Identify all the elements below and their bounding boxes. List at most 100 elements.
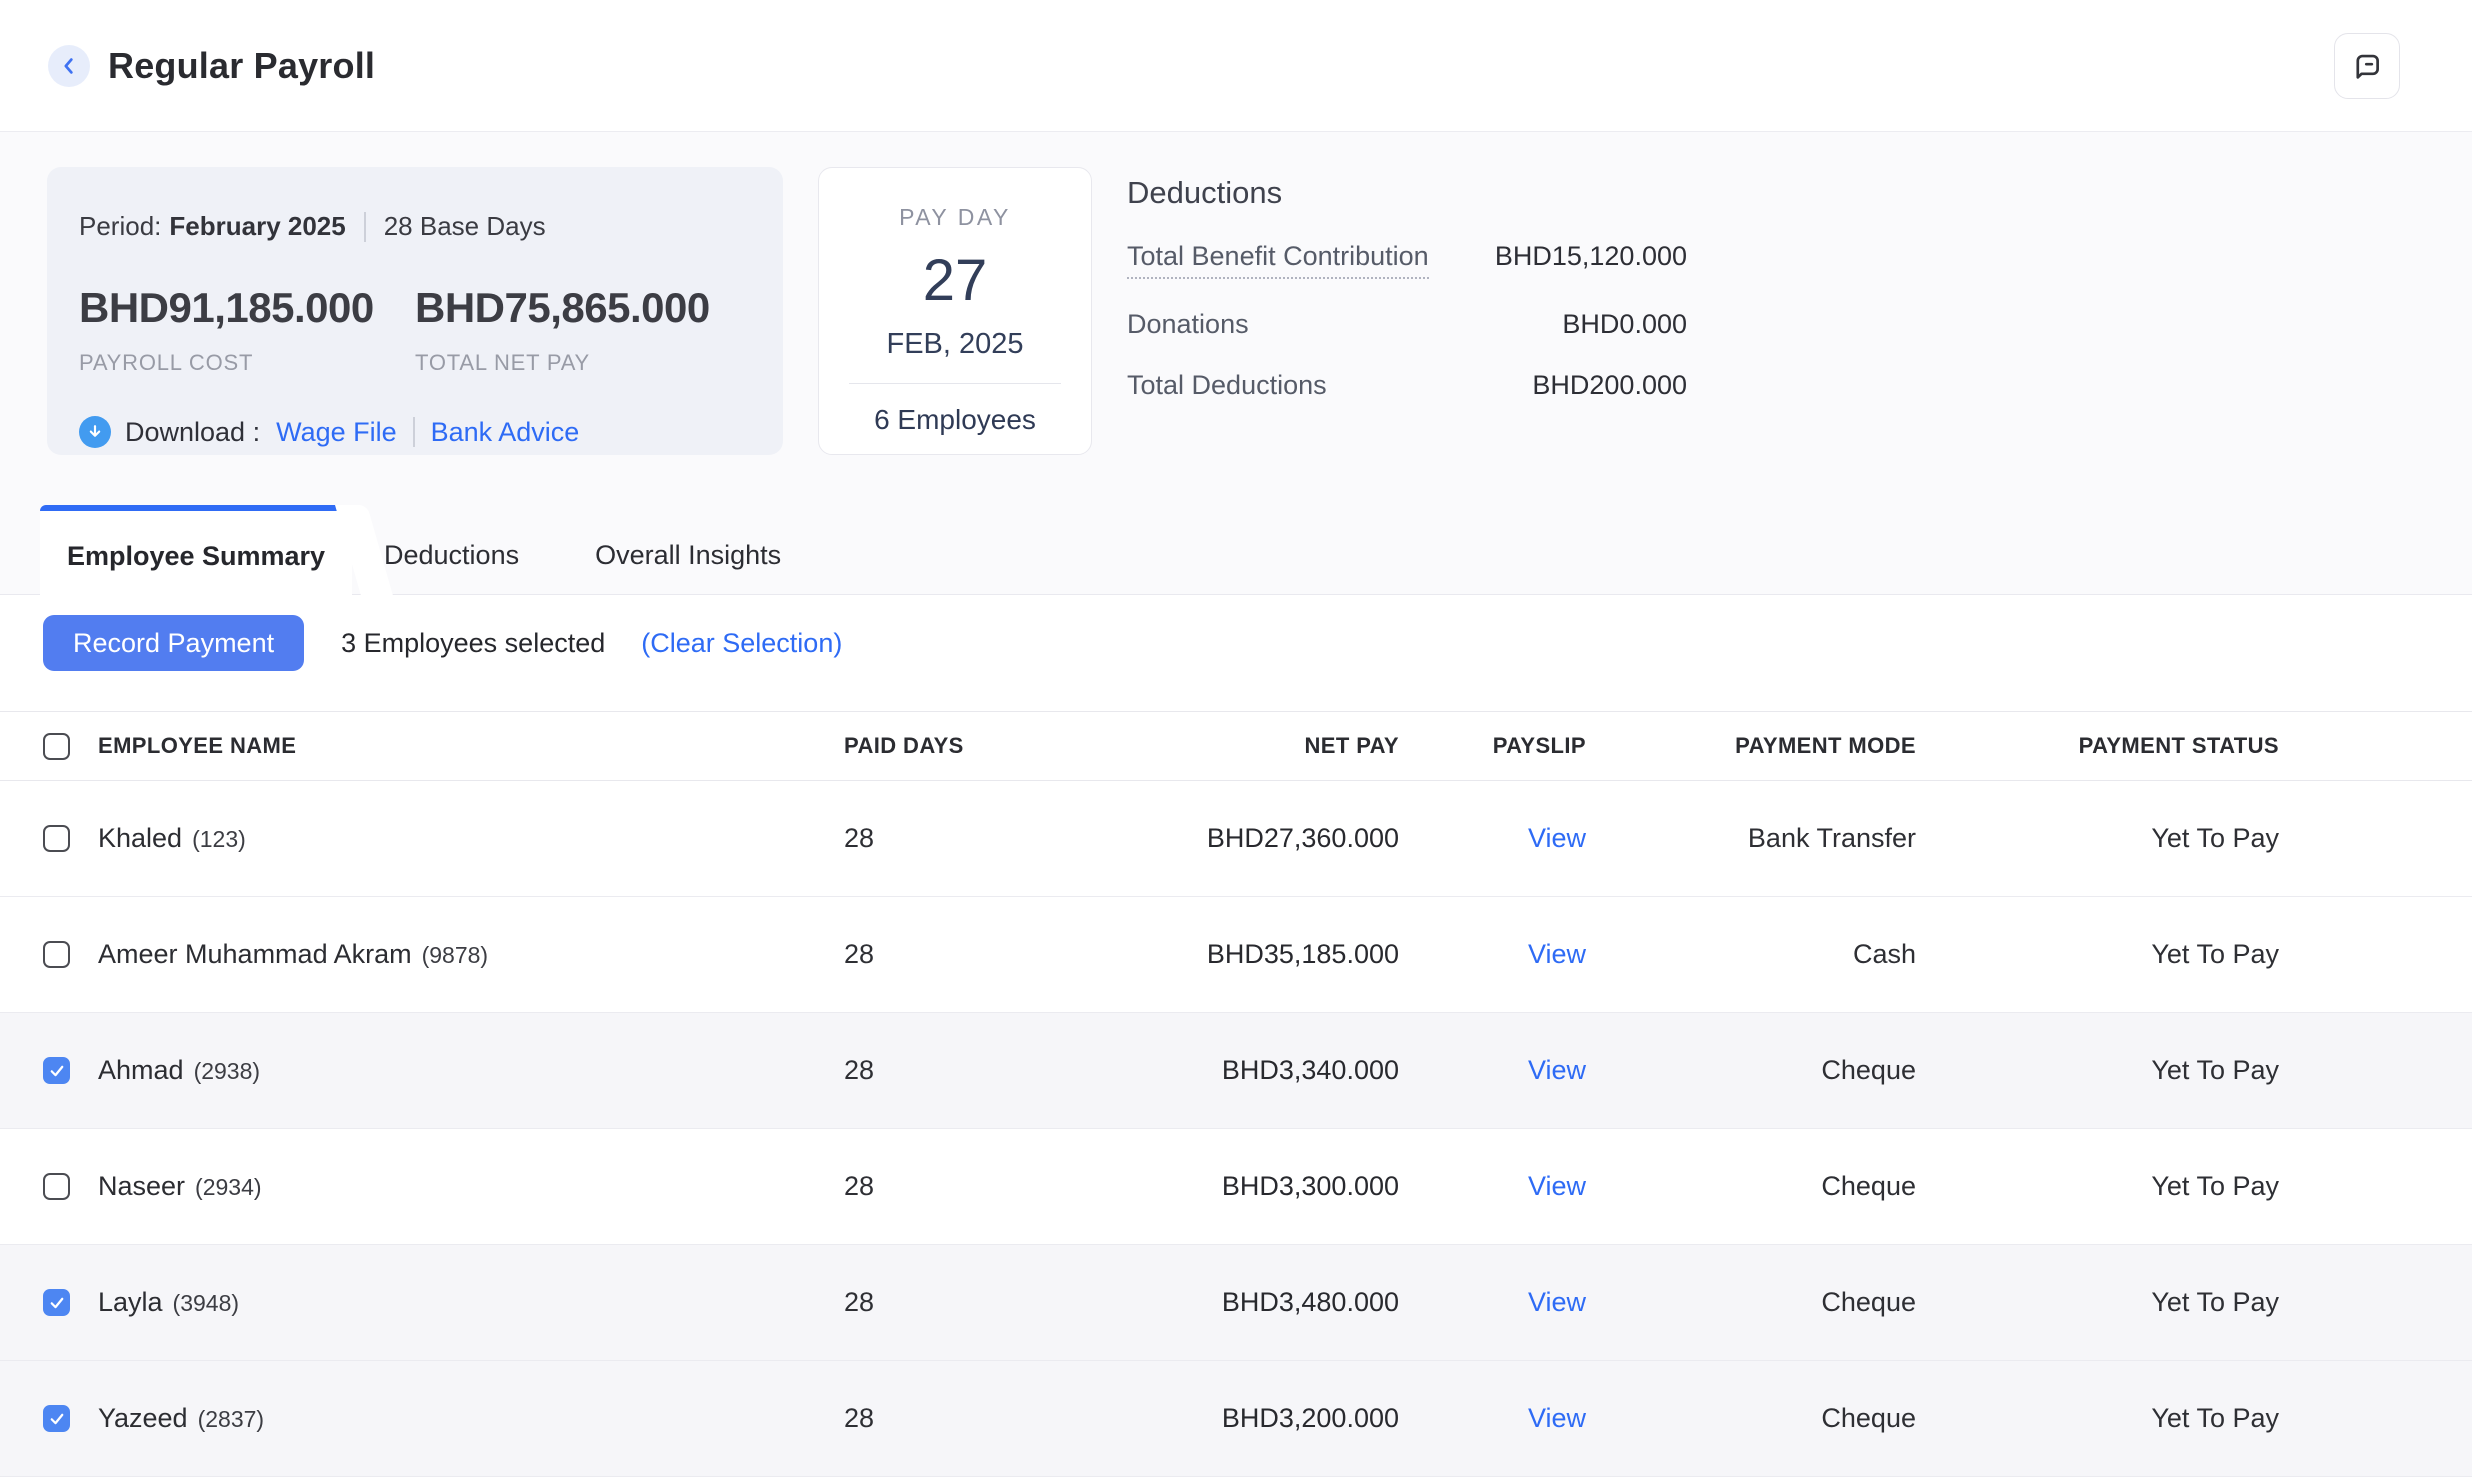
payday-card: PAY DAY 27 FEB, 2025 6 Employees [818, 167, 1092, 455]
employee-id: (2837) [198, 1406, 264, 1433]
total-net-pay-label: TOTAL NET PAY [415, 350, 751, 376]
total-net-pay-value: BHD75,865.000 [415, 284, 751, 332]
payment-mode: Cheque [1586, 1403, 1916, 1434]
table-row: Naseer (2934) 28 BHD3,300.000 View Cheque… [0, 1129, 2472, 1245]
tab-employee-summary[interactable]: Employee Summary [40, 505, 352, 595]
row-checkbox[interactable] [43, 1173, 70, 1200]
table-header: EMPLOYEE NAME PAID DAYS NET PAY PAYSLIP … [0, 711, 2472, 781]
divider [413, 417, 415, 447]
comment-button[interactable] [2334, 33, 2400, 99]
tab-deductions[interactable]: Deductions [384, 505, 519, 595]
column-header-paid-days: PAID DAYS [844, 733, 1024, 759]
summary-section: Period: February 2025 28 Base Days BHD91… [47, 167, 1687, 455]
bank-advice-link[interactable]: Bank Advice [431, 417, 580, 448]
payslip-view-link[interactable]: View [1528, 823, 1586, 853]
payday-label: PAY DAY [819, 204, 1091, 231]
clear-selection-link[interactable]: (Clear Selection) [641, 628, 842, 659]
base-days: 28 Base Days [384, 211, 546, 242]
divider [849, 383, 1061, 384]
payslip-view-link[interactable]: View [1528, 1403, 1586, 1433]
employee-name: Layla [98, 1287, 163, 1318]
payment-mode: Cheque [1586, 1171, 1916, 1202]
employee-id: (2934) [195, 1174, 261, 1201]
net-pay: BHD27,360.000 [1024, 823, 1399, 854]
wage-file-link[interactable]: Wage File [276, 417, 397, 448]
payment-status: Yet To Pay [1916, 1403, 2279, 1434]
payslip-view-link[interactable]: View [1528, 939, 1586, 969]
table-row: Ahmad(2938) 28 BHD3,340.000 View Cheque … [0, 1013, 2472, 1129]
payment-status: Yet To Pay [1916, 939, 2279, 970]
table-row: Layla(3948) 28 BHD3,480.000 View Cheque … [0, 1245, 2472, 1361]
column-header-payment-mode: PAYMENT MODE [1586, 733, 1916, 759]
page-title: Regular Payroll [108, 45, 375, 87]
paid-days: 28 [844, 1171, 1024, 1202]
payslip-view-link[interactable]: View [1528, 1055, 1586, 1085]
employee-id: (2938) [194, 1058, 260, 1085]
comment-icon [2350, 49, 2384, 83]
action-row: Record Payment 3 Employees selected (Cle… [43, 615, 2472, 671]
payment-mode: Cheque [1586, 1287, 1916, 1318]
net-pay: BHD3,480.000 [1024, 1287, 1399, 1318]
tab-label: Overall Insights [595, 540, 781, 571]
payment-status: Yet To Pay [1916, 1287, 2279, 1318]
net-pay: BHD3,200.000 [1024, 1403, 1399, 1434]
paid-days: 28 [844, 1287, 1024, 1318]
employee-table: EMPLOYEE NAME PAID DAYS NET PAY PAYSLIP … [0, 711, 2472, 1477]
payslip-view-link[interactable]: View [1528, 1287, 1586, 1317]
period-label: Period: [79, 211, 161, 242]
payday-day: 27 [819, 247, 1091, 314]
column-header-payment-status: PAYMENT STATUS [1916, 733, 2279, 759]
employee-name: Khaled [98, 823, 182, 854]
deductions-title: Deductions [1127, 175, 1687, 211]
employee-id: (3948) [173, 1290, 239, 1317]
paid-days: 28 [844, 1055, 1024, 1086]
paid-days: 28 [844, 939, 1024, 970]
payroll-cost-label: PAYROLL COST [79, 350, 415, 376]
table-row: Yazeed(2837) 28 BHD3,200.000 View Cheque… [0, 1361, 2472, 1477]
payroll-cost-value: BHD91,185.000 [79, 284, 415, 332]
donations-value: BHD0.000 [1562, 309, 1687, 340]
tab-bar: Employee Summary Deductions Overall Insi… [0, 505, 2472, 595]
row-checkbox[interactable] [43, 1057, 70, 1084]
column-header-payslip: PAYSLIP [1399, 733, 1586, 759]
deduction-row: Total Benefit Contribution BHD15,120.000 [1127, 241, 1687, 279]
net-pay: BHD3,300.000 [1024, 1171, 1399, 1202]
total-deductions-value: BHD200.000 [1532, 370, 1687, 401]
table-row: Khaled(123) 28 BHD27,360.000 View Bank T… [0, 781, 2472, 897]
row-checkbox[interactable] [43, 825, 70, 852]
payslip-view-link[interactable]: View [1528, 1171, 1586, 1201]
row-checkbox[interactable] [43, 1289, 70, 1316]
employee-name: Ameer Muhammad Akram [98, 939, 412, 970]
employee-name: Naseer [98, 1171, 185, 1202]
total-benefit-contribution-value: BHD15,120.000 [1495, 241, 1687, 272]
back-button[interactable] [48, 45, 90, 87]
total-benefit-contribution-label[interactable]: Total Benefit Contribution [1127, 241, 1429, 279]
paid-days: 28 [844, 1403, 1024, 1434]
divider [364, 212, 366, 242]
tab-content: Record Payment 3 Employees selected (Cle… [0, 595, 2472, 1480]
period-value: February 2025 [169, 211, 345, 242]
tab-label: Deductions [384, 540, 519, 571]
deduction-row: Donations BHD0.000 [1127, 309, 1687, 340]
payday-month-year: FEB, 2025 [819, 328, 1091, 361]
payment-mode: Cheque [1586, 1055, 1916, 1086]
record-payment-button[interactable]: Record Payment [43, 615, 304, 671]
payday-employee-count: 6 Employees [819, 404, 1091, 436]
top-bar: Regular Payroll [0, 0, 2472, 132]
donations-label: Donations [1127, 309, 1249, 340]
employee-id: (9878) [422, 942, 488, 969]
employee-id: (123) [192, 826, 246, 853]
deduction-row: Total Deductions BHD200.000 [1127, 370, 1687, 401]
payment-status: Yet To Pay [1916, 1171, 2279, 1202]
row-checkbox[interactable] [43, 1405, 70, 1432]
tab-label: Employee Summary [67, 529, 325, 572]
paid-days: 28 [844, 823, 1024, 854]
select-all-checkbox[interactable] [43, 733, 70, 760]
column-header-net-pay: NET PAY [1024, 733, 1399, 759]
row-checkbox[interactable] [43, 941, 70, 968]
download-label: Download : [125, 417, 260, 448]
download-icon [79, 416, 111, 448]
tab-overall-insights[interactable]: Overall Insights [595, 505, 781, 595]
column-header-employee-name: EMPLOYEE NAME [98, 733, 844, 759]
payroll-summary-card: Period: February 2025 28 Base Days BHD91… [47, 167, 783, 455]
